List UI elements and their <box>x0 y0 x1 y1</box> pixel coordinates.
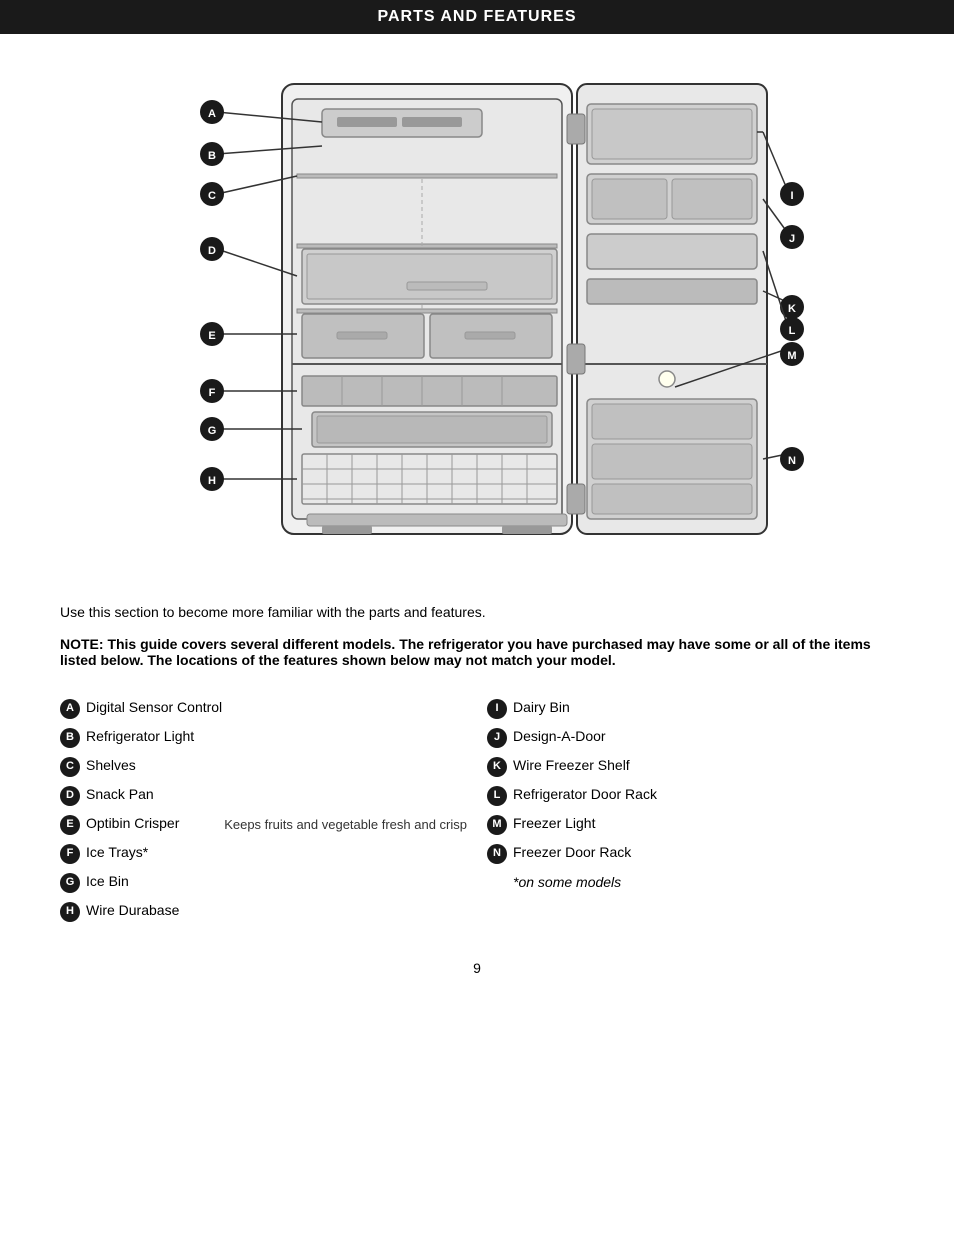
part-badge: H <box>60 902 80 922</box>
part-badge: K <box>487 757 507 777</box>
part-badge: G <box>60 873 80 893</box>
list-item: A Digital Sensor Control <box>60 698 467 719</box>
svg-text:B: B <box>208 150 216 162</box>
list-item: J Design-A-Door <box>487 727 894 748</box>
part-label: Refrigerator Door Rack <box>513 785 894 805</box>
list-item: K Wire Freezer Shelf <box>487 756 894 777</box>
svg-text:L: L <box>789 325 796 337</box>
list-item: N Freezer Door Rack <box>487 843 894 864</box>
page-number: 9 <box>0 960 954 976</box>
svg-text:H: H <box>208 475 216 487</box>
refrigerator-diagram: A B C D E F G H I <box>127 54 827 574</box>
list-item: D Snack Pan <box>60 785 467 806</box>
list-item: B Refrigerator Light <box>60 727 467 748</box>
part-label: Optibin Crisper <box>86 814 198 834</box>
part-label: Refrigerator Light <box>86 727 467 747</box>
intro-text: Use this section to become more familiar… <box>60 604 894 620</box>
part-badge: I <box>487 699 507 719</box>
part-badge: E <box>60 815 80 835</box>
list-item: C Shelves <box>60 756 467 777</box>
part-badge: A <box>60 699 80 719</box>
svg-text:G: G <box>208 425 217 437</box>
note-text: NOTE: This guide covers several differen… <box>60 636 894 668</box>
part-label: Snack Pan <box>86 785 467 805</box>
part-label: Design-A-Door <box>513 727 894 747</box>
parts-left-column: A Digital Sensor Control B Refrigerator Lig… <box>60 698 467 930</box>
part-badge: C <box>60 757 80 777</box>
svg-text:F: F <box>209 387 216 399</box>
part-label: Ice Bin <box>86 872 467 892</box>
svg-text:J: J <box>789 233 795 245</box>
svg-text:A: A <box>208 108 216 120</box>
list-item: L Refrigerator Door Rack <box>487 785 894 806</box>
list-item: E Optibin Crisper Keeps fruits and vegetab… <box>60 814 467 835</box>
svg-text:C: C <box>208 190 216 202</box>
list-item: I Dairy Bin <box>487 698 894 719</box>
part-label: Wire Freezer Shelf <box>513 756 894 776</box>
part-sublabel: Keeps fruits and vegetable fresh and cri… <box>224 816 467 834</box>
part-badge: M <box>487 815 507 835</box>
part-label: Freezer Door Rack <box>513 843 894 863</box>
svg-text:I: I <box>790 190 793 202</box>
parts-list: A Digital Sensor Control B Refrigerator Lig… <box>60 698 894 930</box>
svg-text:K: K <box>788 303 796 315</box>
part-label: Ice Trays* <box>86 843 467 863</box>
part-badge: F <box>60 844 80 864</box>
part-badge: N <box>487 844 507 864</box>
footnote: *on some models <box>513 874 894 890</box>
svg-text:D: D <box>208 245 216 257</box>
part-badge: J <box>487 728 507 748</box>
part-label: Digital Sensor Control <box>86 698 467 718</box>
list-item: F Ice Trays* <box>60 843 467 864</box>
part-label: Shelves <box>86 756 467 776</box>
diagram-area: A B C D E F G H I <box>127 54 827 574</box>
part-badge: D <box>60 786 80 806</box>
part-label: Dairy Bin <box>513 698 894 718</box>
part-badge: B <box>60 728 80 748</box>
list-item: H Wire Durabase <box>60 901 467 922</box>
svg-text:E: E <box>208 330 215 342</box>
svg-text:M: M <box>787 350 796 362</box>
parts-right-column: I Dairy Bin J Design-A-Door K Wire Freezer Sh… <box>487 698 894 930</box>
page-title: PARTS AND FEATURES <box>0 0 954 34</box>
part-label: Wire Durabase <box>86 901 467 921</box>
part-label: Freezer Light <box>513 814 894 834</box>
svg-text:N: N <box>788 455 796 467</box>
part-badge: L <box>487 786 507 806</box>
list-item: G Ice Bin <box>60 872 467 893</box>
list-item: M Freezer Light <box>487 814 894 835</box>
